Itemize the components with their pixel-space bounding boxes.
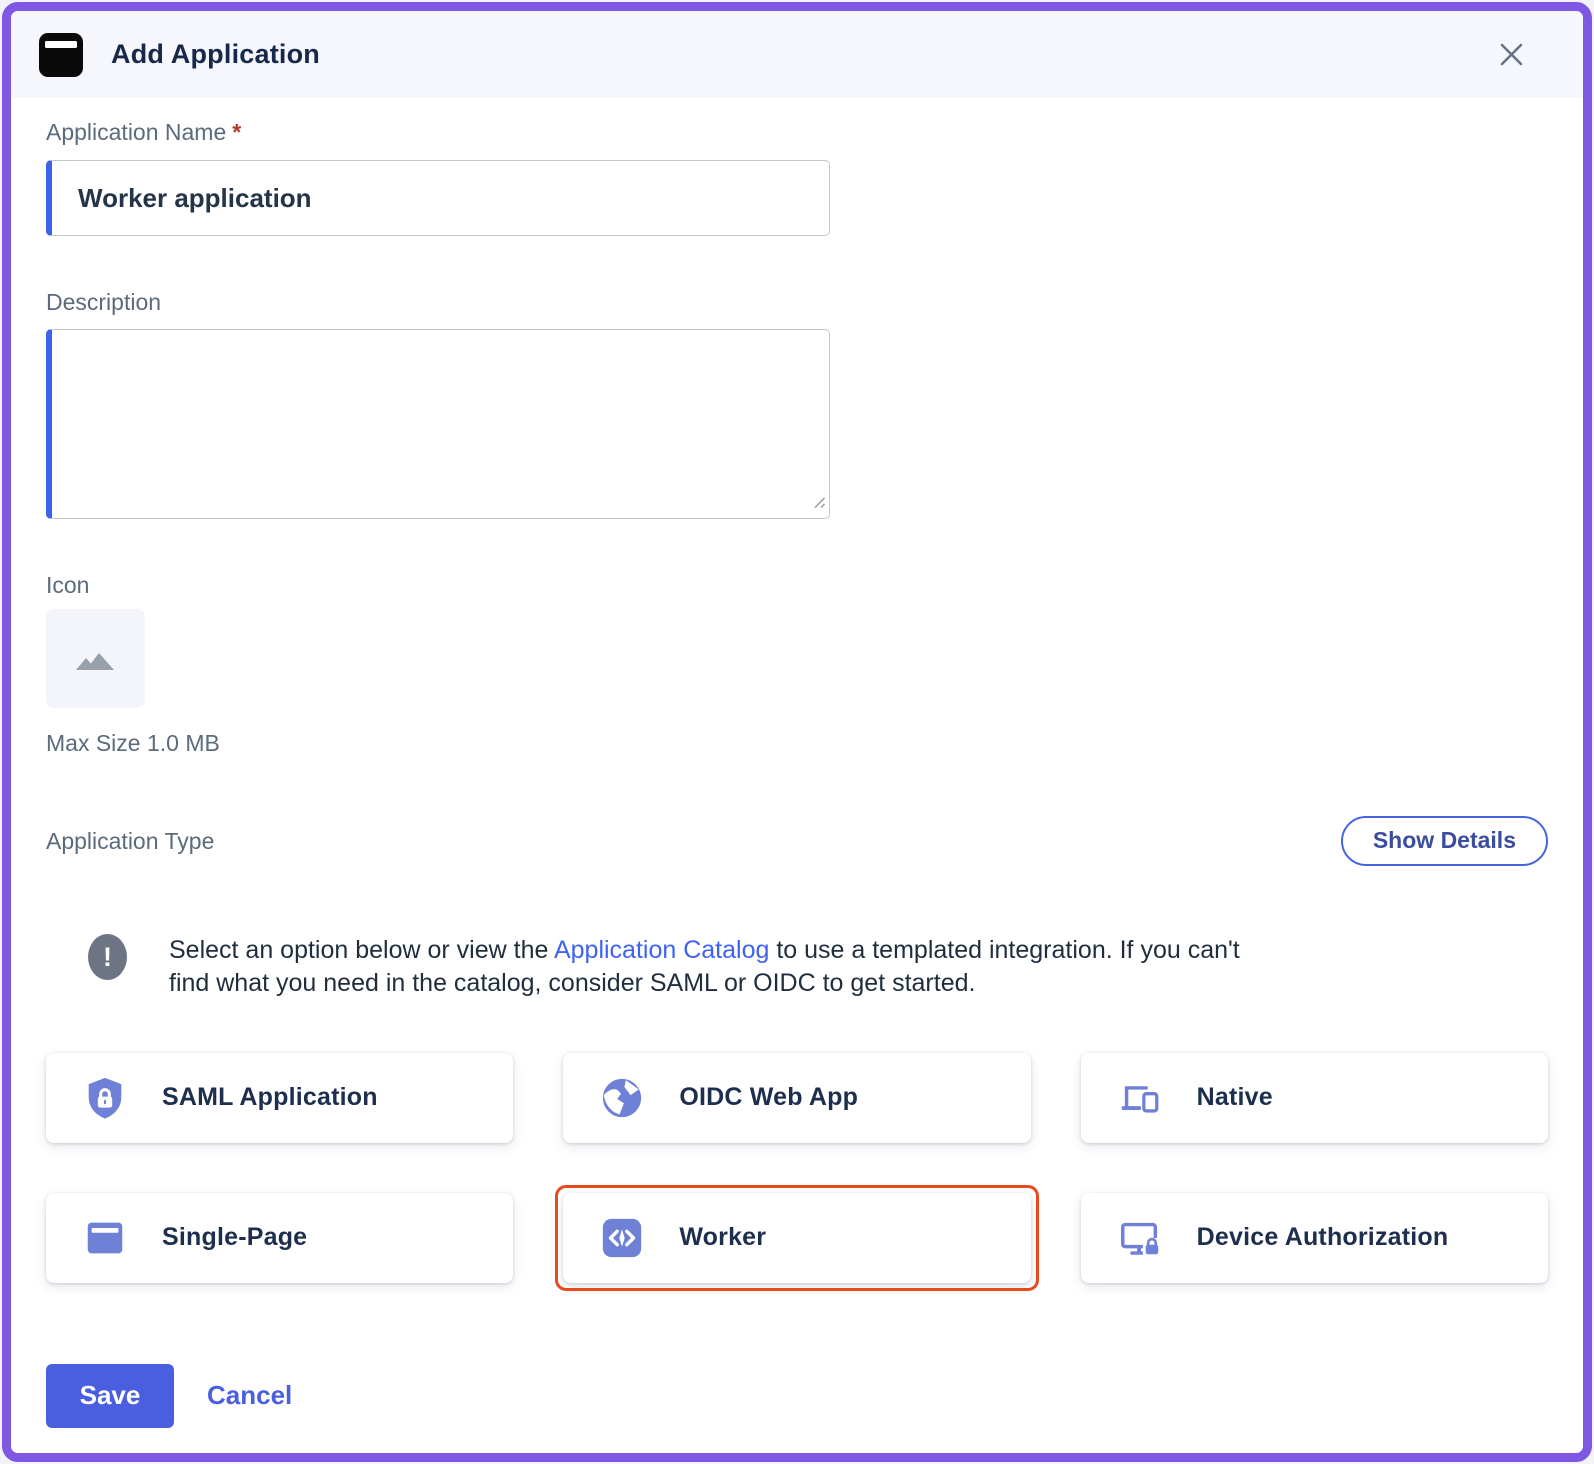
app-type-card-device-authorization[interactable]: Device Authorization [1081,1193,1548,1283]
actions-row: Save Cancel [46,1364,1548,1428]
application-name-label: Application Name* [46,119,1548,146]
save-button[interactable]: Save [46,1364,174,1428]
app-type-card-label: SAML Application [162,1083,378,1112]
exclamation-circle-icon: ! [88,934,127,980]
browser-window-icon [82,1215,128,1261]
app-type-card-label: Device Authorization [1197,1223,1449,1252]
application-name-label-text: Application Name [46,119,226,145]
show-details-button[interactable]: Show Details [1341,816,1548,866]
close-icon [1498,41,1525,68]
globe-icon [599,1075,645,1121]
app-type-card-label: Worker [679,1223,766,1252]
app-type-card-native[interactable]: Native [1081,1053,1548,1143]
app-type-card-oidc-web-app[interactable]: OIDC Web App [563,1053,1030,1143]
modal-title: Add Application [111,39,320,70]
app-type-card-label: Single-Page [162,1223,307,1252]
application-window-icon [39,33,83,77]
laptop-phone-icon [1117,1075,1163,1121]
icon-upload-box[interactable] [46,609,145,708]
required-asterisk: * [232,119,241,145]
notice-row: ! Select an option below or view the App… [46,934,1548,1001]
app-type-card-saml-application[interactable]: SAML Application [46,1053,513,1143]
shield-lock-icon [82,1075,128,1121]
modal-body: Application Name* Description Icon Max S… [11,98,1583,1453]
icon-label: Icon [46,572,1548,599]
application-name-input[interactable] [46,160,830,236]
close-button[interactable] [1491,35,1531,75]
code-brackets-icon [599,1215,645,1261]
notice-text-after-link: to use a templated integration. If you c… [769,936,1239,964]
description-field-wrap [46,329,830,519]
notice-text: Select an option below or view the Appli… [169,934,1240,1001]
add-application-modal: Add Application Application Name* Descri… [2,2,1592,1462]
app-type-card-worker[interactable]: Worker [563,1193,1030,1283]
description-label: Description [46,289,1548,316]
description-textarea[interactable] [46,329,830,519]
application-catalog-link[interactable]: Application Catalog [554,936,769,964]
notice-text-before-link: Select an option below or view the [169,936,554,964]
app-type-card-label: OIDC Web App [679,1083,858,1112]
notice-text-line2: find what you need in the catalog, consi… [169,969,975,997]
app-type-card-label: Native [1197,1083,1273,1112]
monitor-lock-icon [1117,1215,1163,1261]
cancel-button[interactable]: Cancel [207,1380,292,1411]
app-type-card-single-page[interactable]: Single-Page [46,1193,513,1283]
application-type-cards: SAML Application OIDC Web App Native Sin… [46,1053,1548,1283]
application-type-row: Application Type Show Details [46,816,1548,866]
mountain-image-icon [74,642,118,676]
modal-header: Add Application [11,11,1583,98]
icon-max-size-hint: Max Size 1.0 MB [46,730,1548,757]
application-type-label: Application Type [46,828,214,855]
